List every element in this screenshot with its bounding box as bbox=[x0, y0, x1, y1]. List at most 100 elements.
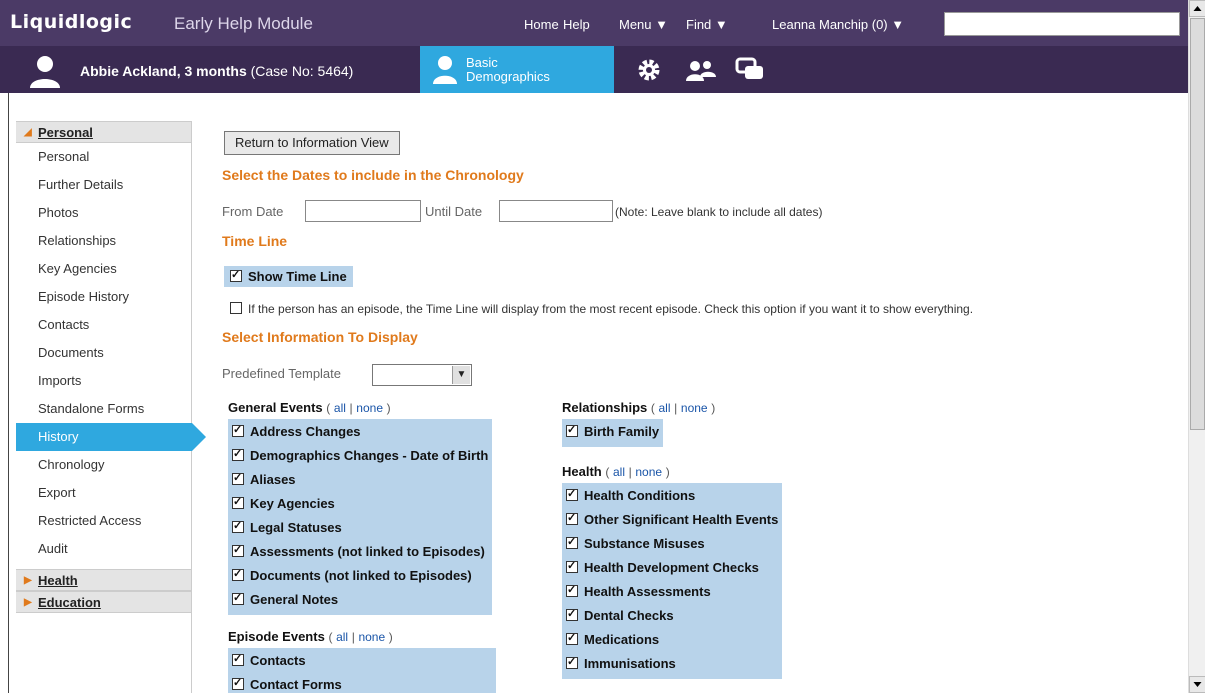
general-events-group: General Events ( all | none ) Address Ch… bbox=[228, 400, 493, 615]
select-none-link[interactable]: none bbox=[356, 401, 383, 415]
checkbox-label: Immunisations bbox=[584, 656, 676, 671]
chevron-down-icon: ▼ bbox=[452, 366, 470, 384]
checkbox-key-agencies[interactable]: Key Agencies bbox=[228, 493, 492, 517]
paren: ) bbox=[711, 401, 716, 415]
checkbox-unchecked-icon bbox=[230, 302, 242, 314]
episode-timeline-checkbox[interactable]: If the person has an episode, the Time L… bbox=[230, 301, 973, 316]
separator: | bbox=[349, 401, 353, 415]
search-input[interactable] bbox=[944, 12, 1180, 36]
gear-icon[interactable] bbox=[636, 57, 664, 83]
person-icon bbox=[30, 56, 60, 88]
sidebar-item-key-agencies[interactable]: Key Agencies bbox=[16, 255, 191, 283]
nav-home[interactable]: Home bbox=[524, 17, 559, 32]
sidebar-item-chronology[interactable]: Chronology bbox=[16, 451, 191, 479]
sidebar-item-photos[interactable]: Photos bbox=[16, 199, 191, 227]
checkbox-documents-not-linked-to-episodes-[interactable]: Documents (not linked to Episodes) bbox=[228, 565, 492, 589]
sidebar-item-contacts[interactable]: Contacts bbox=[16, 311, 191, 339]
nav-menu[interactable]: Menu ▼ bbox=[619, 17, 668, 32]
tab-basic-demographics[interactable]: Basic Demographics bbox=[420, 46, 614, 93]
sidebar-section-education[interactable]: ▶ Education bbox=[16, 591, 191, 613]
checkbox-health-conditions[interactable]: Health Conditions bbox=[562, 485, 782, 509]
sidebar-item-standalone-forms[interactable]: Standalone Forms bbox=[16, 395, 191, 423]
checkbox-label: Health Assessments bbox=[584, 584, 711, 599]
checkbox-checked-icon bbox=[566, 607, 578, 621]
checkbox-general-notes[interactable]: General Notes bbox=[228, 589, 492, 613]
checkbox-label: Contact Forms bbox=[250, 677, 342, 692]
sidebar-item-list: Personal Further Details Photos Relationshi… bbox=[16, 143, 206, 563]
scroll-up-button[interactable] bbox=[1189, 0, 1205, 17]
triangle-right-icon: ▶ bbox=[24, 597, 32, 608]
sidebar-section-label: Health bbox=[38, 573, 78, 588]
sidebar-item-imports[interactable]: Imports bbox=[16, 367, 191, 395]
checkbox-checked-icon bbox=[232, 676, 244, 690]
sidebar-item-relationships[interactable]: Relationships bbox=[16, 227, 191, 255]
sidebar-item-audit[interactable]: Audit bbox=[16, 535, 191, 563]
general-events-title: General Events ( all | none ) bbox=[228, 400, 492, 415]
checkbox-label: Substance Misuses bbox=[584, 536, 705, 551]
select-all-link[interactable]: all bbox=[334, 401, 346, 415]
checkbox-substance-misuses[interactable]: Substance Misuses bbox=[562, 533, 782, 557]
people-icon[interactable] bbox=[684, 57, 718, 83]
select-all-link[interactable]: all bbox=[659, 401, 671, 415]
checkbox-label: Other Significant Health Events bbox=[584, 512, 779, 527]
select-all-link[interactable]: all bbox=[613, 465, 625, 479]
checkbox-checked-icon bbox=[566, 655, 578, 669]
episode-timeline-label: If the person has an episode, the Time L… bbox=[248, 302, 974, 316]
select-none-link[interactable]: none bbox=[681, 401, 708, 415]
sidebar-section-personal[interactable]: ◢ Personal bbox=[16, 121, 191, 143]
checkbox-address-changes[interactable]: Address Changes bbox=[228, 421, 492, 445]
select-none-link[interactable]: none bbox=[635, 465, 662, 479]
checkbox-contacts[interactable]: Contacts bbox=[228, 650, 496, 674]
sidebar-section-health[interactable]: ▶ Health bbox=[16, 569, 191, 591]
nav-help[interactable]: Help bbox=[563, 17, 590, 32]
checkbox-demographics-changes-date-of-birth[interactable]: Demographics Changes - Date of Birth bbox=[228, 445, 492, 469]
checkbox-aliases[interactable]: Aliases bbox=[228, 469, 492, 493]
sidebar-item-history[interactable]: History bbox=[16, 423, 206, 451]
health-group: Health ( all | none ) Health Conditions O… bbox=[562, 464, 783, 679]
triangle-up-icon bbox=[1193, 6, 1202, 11]
checkbox-label: Key Agencies bbox=[250, 496, 335, 511]
checkbox-health-assessments[interactable]: Health Assessments bbox=[562, 581, 782, 605]
sidebar-item-export[interactable]: Export bbox=[16, 479, 191, 507]
return-to-information-view-button[interactable]: Return to Information View bbox=[224, 131, 400, 155]
sidebar-item-personal[interactable]: Personal bbox=[16, 143, 191, 171]
checkbox-label: Aliases bbox=[250, 472, 296, 487]
paren: ( bbox=[326, 401, 331, 415]
until-date-input[interactable] bbox=[499, 200, 613, 222]
checkbox-label: Documents (not linked to Episodes) bbox=[250, 568, 472, 583]
checkbox-checked-icon bbox=[232, 471, 244, 485]
checkbox-assessments-not-linked-to-episodes-[interactable]: Assessments (not linked to Episodes) bbox=[228, 541, 492, 565]
main-panel: Return to Information View Select the Da… bbox=[222, 121, 1182, 693]
nav-user[interactable]: Leanna Manchip (0) ▼ bbox=[772, 17, 904, 32]
sidebar-section-label: Personal bbox=[38, 125, 93, 140]
nav-find[interactable]: Find ▼ bbox=[686, 17, 728, 32]
scroll-down-button[interactable] bbox=[1189, 676, 1205, 693]
checkbox-legal-statuses[interactable]: Legal Statuses bbox=[228, 517, 492, 541]
checkbox-checked-icon bbox=[566, 423, 578, 437]
checkbox-label: Contacts bbox=[250, 653, 306, 668]
checkbox-immunisations[interactable]: Immunisations bbox=[562, 653, 782, 677]
predefined-template-select[interactable]: ▼ bbox=[372, 364, 472, 386]
checkbox-health-development-checks[interactable]: Health Development Checks bbox=[562, 557, 782, 581]
case-person-name: Abbie Ackland, 3 months bbox=[80, 63, 247, 79]
checkbox-contact-forms[interactable]: Contact Forms bbox=[228, 674, 496, 693]
episode-events-group: Episode Events ( all | none ) ContactsCo… bbox=[228, 629, 496, 693]
scroll-thumb[interactable] bbox=[1190, 18, 1205, 430]
checkbox-dental-checks[interactable]: Dental Checks bbox=[562, 605, 782, 629]
select-all-link[interactable]: all bbox=[336, 630, 348, 644]
checkbox-other-significant-health-events[interactable]: Other Significant Health Events bbox=[562, 509, 782, 533]
checkbox-checked-icon bbox=[232, 652, 244, 666]
checkbox-birth-family[interactable]: Birth Family bbox=[562, 421, 663, 445]
checkbox-medications[interactable]: Medications bbox=[562, 629, 782, 653]
show-timeline-checkbox[interactable]: Show Time Line bbox=[224, 266, 353, 287]
sidebar-item-restricted-access[interactable]: Restricted Access bbox=[16, 507, 191, 535]
sidebar-item-further-details[interactable]: Further Details bbox=[16, 171, 191, 199]
chat-icon[interactable] bbox=[735, 57, 765, 83]
scrollbar[interactable] bbox=[1188, 0, 1205, 693]
sidebar-item-documents[interactable]: Documents bbox=[16, 339, 191, 367]
checkbox-checked-icon bbox=[232, 543, 244, 557]
select-none-link[interactable]: none bbox=[358, 630, 385, 644]
checkbox-checked-icon bbox=[232, 591, 244, 605]
from-date-input[interactable] bbox=[305, 200, 421, 222]
sidebar-item-episode-history[interactable]: Episode History bbox=[16, 283, 191, 311]
